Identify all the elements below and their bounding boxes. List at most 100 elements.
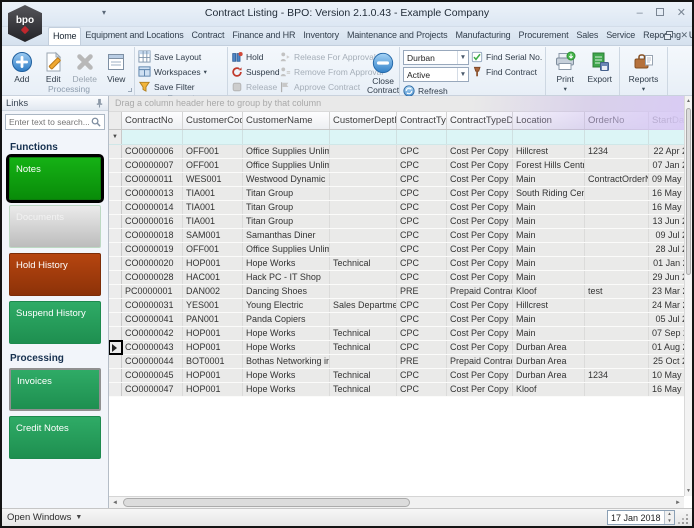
release-button[interactable]: Release <box>231 80 277 93</box>
vertical-scrollbar[interactable]: ▲ ▼ <box>684 96 692 496</box>
filter-cell-contracttype[interactable] <box>397 130 447 144</box>
scroll-up-icon[interactable]: ▲ <box>685 96 692 106</box>
vscroll-track[interactable] <box>685 106 692 486</box>
table-row[interactable]: CO0000019OFF001Office Supplies Unlimited… <box>109 243 684 257</box>
column-header-orderno[interactable]: OrderNo <box>585 112 649 129</box>
tab-inventory[interactable]: Inventory <box>299 27 343 45</box>
table-row[interactable]: CO0000016 TIA001 Titan Group CPC Cost Per Co… <box>109 215 684 229</box>
workspaces-button[interactable]: Workspaces ▾ <box>138 65 207 78</box>
view-button[interactable]: View <box>102 49 132 84</box>
horizontal-scrollbar[interactable]: ◄ ► <box>109 496 684 508</box>
column-header-contracttype[interactable]: ContractType <box>397 112 447 129</box>
print-button[interactable]: Print ▾ <box>549 49 582 94</box>
open-windows-button[interactable]: Open Windows ▼ <box>7 512 82 523</box>
filter-cell-customername[interactable] <box>243 130 330 144</box>
tab-sales[interactable]: Sales <box>572 27 602 45</box>
tab-maintenance-and-projects[interactable]: Maintenance and Projects <box>343 27 451 45</box>
sidebar-search[interactable] <box>5 114 105 130</box>
ribbon-minimize-button[interactable]: – <box>652 31 657 41</box>
table-row[interactable]: CO0000011 WES001 Westwood Dynamic CPC Cost P… <box>109 173 684 187</box>
filter-cell-contractno[interactable] <box>122 130 183 144</box>
sidebar-item-invoices[interactable]: Invoices <box>9 368 101 411</box>
column-header-customerdeptname[interactable]: CustomerDeptName <box>330 112 397 129</box>
grid-cell: Technical <box>330 341 397 354</box>
table-row[interactable]: CO0000042 HOP001 Hope Works Technical CPC Cos… <box>109 327 684 341</box>
hold-button[interactable]: Hold <box>231 50 277 63</box>
table-row[interactable]: CO0000044 BOT0001 Bothas Networking inc PRE… <box>109 355 684 369</box>
column-header-customercode[interactable]: CustomerCode <box>183 112 243 129</box>
group-by-panel[interactable]: Drag a column header here to group by th… <box>109 96 684 112</box>
tab-service[interactable]: Service <box>602 27 639 45</box>
table-row[interactable]: CO0000041 PAN001 Panda Copiers CPC Cost Per … <box>109 313 684 327</box>
scroll-left-icon[interactable]: ◄ <box>109 500 121 506</box>
add-button[interactable]: Add <box>7 49 37 84</box>
table-row[interactable]: CO0000018 SAM001 Samanthas Diner CPC Cost Pe… <box>109 229 684 243</box>
resize-grip[interactable] <box>678 511 689 525</box>
tab-procurement[interactable]: Procurement <box>515 27 573 45</box>
edit-button[interactable]: Edit <box>39 49 69 84</box>
remove-from-approval-button[interactable]: Remove From Approval <box>279 65 383 78</box>
dialog-launcher-icon[interactable] <box>128 88 132 92</box>
table-row[interactable]: CO0000045 HOP001 Hope Works Technical CPC Cos… <box>109 369 684 383</box>
export-button[interactable]: Export <box>584 49 617 94</box>
approve-contract-button[interactable]: Approve Contract <box>279 80 365 93</box>
table-row[interactable]: CO0000028 HAC001 Hack PC - IT Shop CPC Cost … <box>109 271 684 285</box>
sidebar-item-suspend-history[interactable]: Suspend History <box>9 301 101 344</box>
maximize-button[interactable] <box>655 6 664 20</box>
tab-equipment-and-locations[interactable]: Equipment and Locations <box>81 27 187 45</box>
filter-cell-customerdeptname[interactable] <box>330 130 397 144</box>
table-row[interactable]: CO0000047 HOP001 Hope Works Technical CPC Cos… <box>109 383 684 397</box>
scroll-right-icon[interactable]: ► <box>672 500 684 506</box>
save-filter-button[interactable]: Save Filter <box>138 80 207 93</box>
close-contract-button[interactable]: Close Contract <box>367 49 399 95</box>
filter-cell-customercode[interactable] <box>183 130 243 144</box>
tab-manufacturing[interactable]: Manufacturing <box>451 27 514 45</box>
sidebar-item-credit-notes[interactable]: Credit Notes <box>9 416 101 459</box>
hscroll-track[interactable] <box>121 497 672 508</box>
search-input[interactable] <box>9 117 91 127</box>
column-header-startdate[interactable]: StartDate <box>649 112 684 129</box>
table-row[interactable]: CO0000013 TIA001 Titan Group CPC Cost Per Co… <box>109 187 684 201</box>
filter-cell-orderno[interactable] <box>585 130 649 144</box>
date-field[interactable]: 17 Jan 2018 ▲ ▼ <box>607 510 675 525</box>
delete-button[interactable]: Delete <box>70 49 100 84</box>
release-for-approval-button[interactable]: Release For Approval <box>279 50 376 63</box>
filter-cell-location[interactable] <box>513 130 585 144</box>
minimize-button[interactable]: – <box>637 6 643 20</box>
column-header-contracttypedesc[interactable]: ContractTypeDesc <box>447 112 513 129</box>
close-button[interactable]: ✕ <box>677 6 686 20</box>
table-row[interactable]: CO0000031 YES001 Young Electric Sales Depar… <box>109 299 684 313</box>
document-close-button[interactable]: ✕ <box>680 30 688 41</box>
suspend-button[interactable]: Suspend <box>231 65 280 78</box>
table-row[interactable]: CO0000006OFF001Office Supplies Unlimited… <box>109 145 684 159</box>
vscroll-thumb[interactable] <box>686 108 691 276</box>
column-header-contractno[interactable]: ContractNo <box>122 112 183 129</box>
tab-finance-and-hr[interactable]: Finance and HR <box>228 27 299 45</box>
sidebar-item-notes[interactable]: Notes <box>6 154 104 203</box>
table-row[interactable]: PC0000001 DAN002 Dancing Shoes PRE Prepaid C… <box>109 285 684 299</box>
column-header-customername[interactable]: CustomerName <box>243 112 330 129</box>
restore-button[interactable] <box>664 31 674 40</box>
filter-cell-startdate[interactable] <box>649 130 684 144</box>
pin-icon[interactable] <box>95 98 104 108</box>
sidebar-item-documents[interactable]: Documents <box>9 205 101 248</box>
find-contract-button[interactable]: Find Contract <box>471 65 542 78</box>
find-serial-no-button[interactable]: Find Serial No. <box>471 50 542 63</box>
status-select[interactable]: Active ▼ <box>403 67 469 82</box>
table-row[interactable]: CO0000014 TIA001 Titan Group CPC Cost Per Co… <box>109 201 684 215</box>
tab-contract[interactable]: Contract <box>188 27 229 45</box>
save-layout-button[interactable]: Save Layout <box>138 50 207 63</box>
active-row-indicator[interactable] <box>109 340 123 355</box>
table-row[interactable]: CO0000007OFF001Office Supplies Unlimited… <box>109 159 684 173</box>
sidebar-item-hold-history[interactable]: Hold History <box>9 253 101 296</box>
hscroll-thumb[interactable] <box>123 498 410 507</box>
branch-select[interactable]: Durban ▼ <box>403 50 469 65</box>
spin-down-icon[interactable]: ▼ <box>665 517 674 524</box>
table-row[interactable]: CO0000043 HOP001 Hope Works Technical CPC Cos… <box>109 340 684 355</box>
filter-cell-contracttypedesc[interactable] <box>447 130 513 144</box>
scroll-down-icon[interactable]: ▼ <box>685 486 692 496</box>
table-row[interactable]: CO0000020 HOP001 Hope Works Technical CPC Cos… <box>109 257 684 271</box>
tab-home[interactable]: Home <box>48 27 82 45</box>
column-header-location[interactable]: Location <box>513 112 585 129</box>
reports-button[interactable]: Reports ▾ <box>625 49 663 94</box>
